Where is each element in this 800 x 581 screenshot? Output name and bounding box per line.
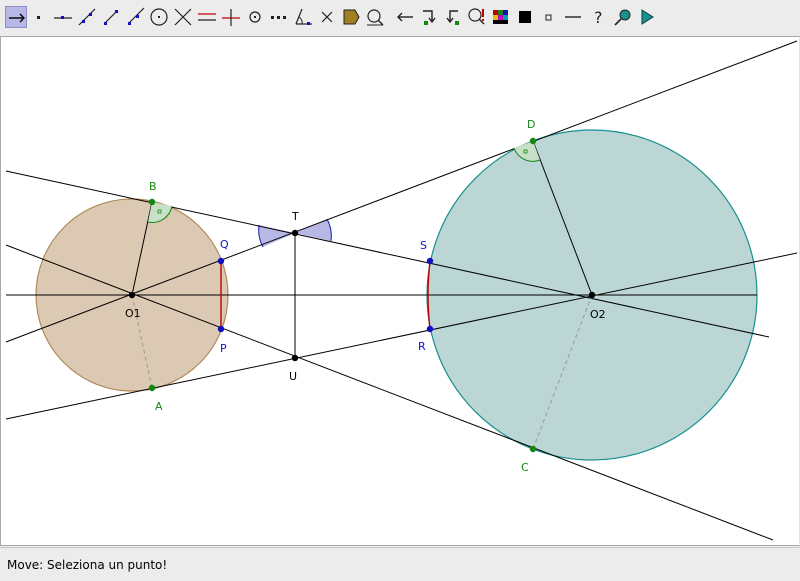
tool-point-on-line[interactable] — [52, 6, 74, 28]
tool-intersect[interactable] — [172, 6, 194, 28]
midpoint-icon — [249, 11, 261, 23]
tool-reflect[interactable] — [418, 6, 440, 28]
tool-ray[interactable] — [124, 6, 146, 28]
tool-fill-black[interactable] — [514, 6, 536, 28]
tool-line-through-two-points[interactable] — [76, 6, 98, 28]
polygon-icon — [343, 9, 360, 25]
label-d: D — [527, 118, 535, 131]
point-r[interactable] — [426, 325, 434, 333]
ray-icon — [128, 7, 145, 25]
geometry-canvas[interactable]: O1 O2 T U Q P S R B A D C — [1, 37, 799, 545]
new-point-icon — [37, 16, 40, 19]
label-a: A — [155, 400, 163, 413]
dotted-line-icon — [271, 16, 286, 19]
tool-line-thickness[interactable] — [562, 6, 584, 28]
label-p: P — [220, 342, 227, 355]
rotate-icon — [446, 10, 459, 25]
tool-circle[interactable] — [148, 6, 170, 28]
label-o1: O1 — [125, 307, 141, 320]
segment-icon — [104, 10, 118, 25]
point-c[interactable] — [529, 445, 537, 453]
fill-black-icon — [519, 11, 531, 23]
parallel-line-icon — [198, 13, 216, 21]
tool-zoom[interactable] — [612, 6, 634, 28]
tool-rotate[interactable] — [442, 6, 464, 28]
point-o2[interactable] — [588, 291, 596, 299]
label-o2: O2 — [590, 308, 606, 321]
status-bar: Move: Seleziona un punto! — [0, 547, 800, 581]
reflect-icon — [423, 10, 436, 25]
move-arrow-icon — [9, 13, 25, 23]
label-c: C — [521, 461, 529, 474]
angle-icon — [295, 8, 312, 25]
point-t[interactable] — [291, 229, 299, 237]
undo-arrow-icon — [397, 12, 413, 22]
point-b[interactable] — [148, 198, 156, 206]
tool-undo-arrow[interactable] — [394, 6, 416, 28]
point-on-line-icon — [54, 16, 72, 19]
play-triangle-icon — [641, 9, 654, 25]
tool-angle[interactable] — [292, 6, 314, 28]
point-o1[interactable] — [128, 291, 136, 299]
status-message: Move: Seleziona un punto! — [7, 558, 168, 572]
tool-play-triangle[interactable] — [636, 6, 658, 28]
tool-dotted-line[interactable] — [268, 6, 290, 28]
tool-small-square[interactable] — [538, 6, 560, 28]
tool-help-question[interactable]: ? — [588, 6, 610, 28]
tool-delete[interactable] — [316, 6, 338, 28]
zoom-icon — [614, 9, 631, 26]
point-s[interactable] — [426, 257, 434, 265]
tool-parallel-line[interactable] — [196, 6, 218, 28]
measure-icon — [367, 9, 384, 26]
toolbar: ? — [0, 0, 800, 36]
drawing-area[interactable]: O1 O2 T U Q P S R B A D C — [0, 36, 800, 546]
tool-color-palette[interactable] — [490, 6, 512, 28]
macro-icon — [468, 8, 485, 25]
tool-midpoint[interactable] — [244, 6, 266, 28]
line-through-two-points-icon — [78, 8, 96, 26]
tool-macro[interactable] — [466, 6, 488, 28]
label-t: T — [291, 210, 299, 223]
label-q: Q — [220, 238, 229, 251]
perpendicular-line-icon — [222, 9, 240, 26]
small-square-icon — [545, 14, 552, 21]
label-b: B — [149, 180, 157, 193]
color-palette-icon — [493, 10, 508, 24]
intersect-icon — [174, 8, 192, 26]
point-u[interactable] — [291, 354, 299, 362]
point-a[interactable] — [148, 384, 156, 392]
tool-perpendicular-line[interactable] — [220, 6, 242, 28]
svg-text:?: ? — [594, 8, 603, 27]
label-s: S — [420, 239, 427, 252]
point-q[interactable] — [217, 257, 225, 265]
help-question-icon: ? — [594, 8, 603, 27]
label-u: U — [289, 370, 297, 383]
line-thickness-icon — [565, 16, 581, 18]
tool-move-arrow[interactable] — [5, 6, 27, 28]
point-p[interactable] — [217, 325, 225, 333]
label-r: R — [418, 340, 426, 353]
circle-icon — [150, 8, 168, 26]
point-d[interactable] — [529, 137, 537, 145]
tool-measure[interactable] — [364, 6, 386, 28]
tool-new-point[interactable] — [28, 6, 50, 28]
delete-icon — [321, 11, 333, 23]
tool-polygon[interactable] — [340, 6, 362, 28]
tool-segment[interactable] — [100, 6, 122, 28]
